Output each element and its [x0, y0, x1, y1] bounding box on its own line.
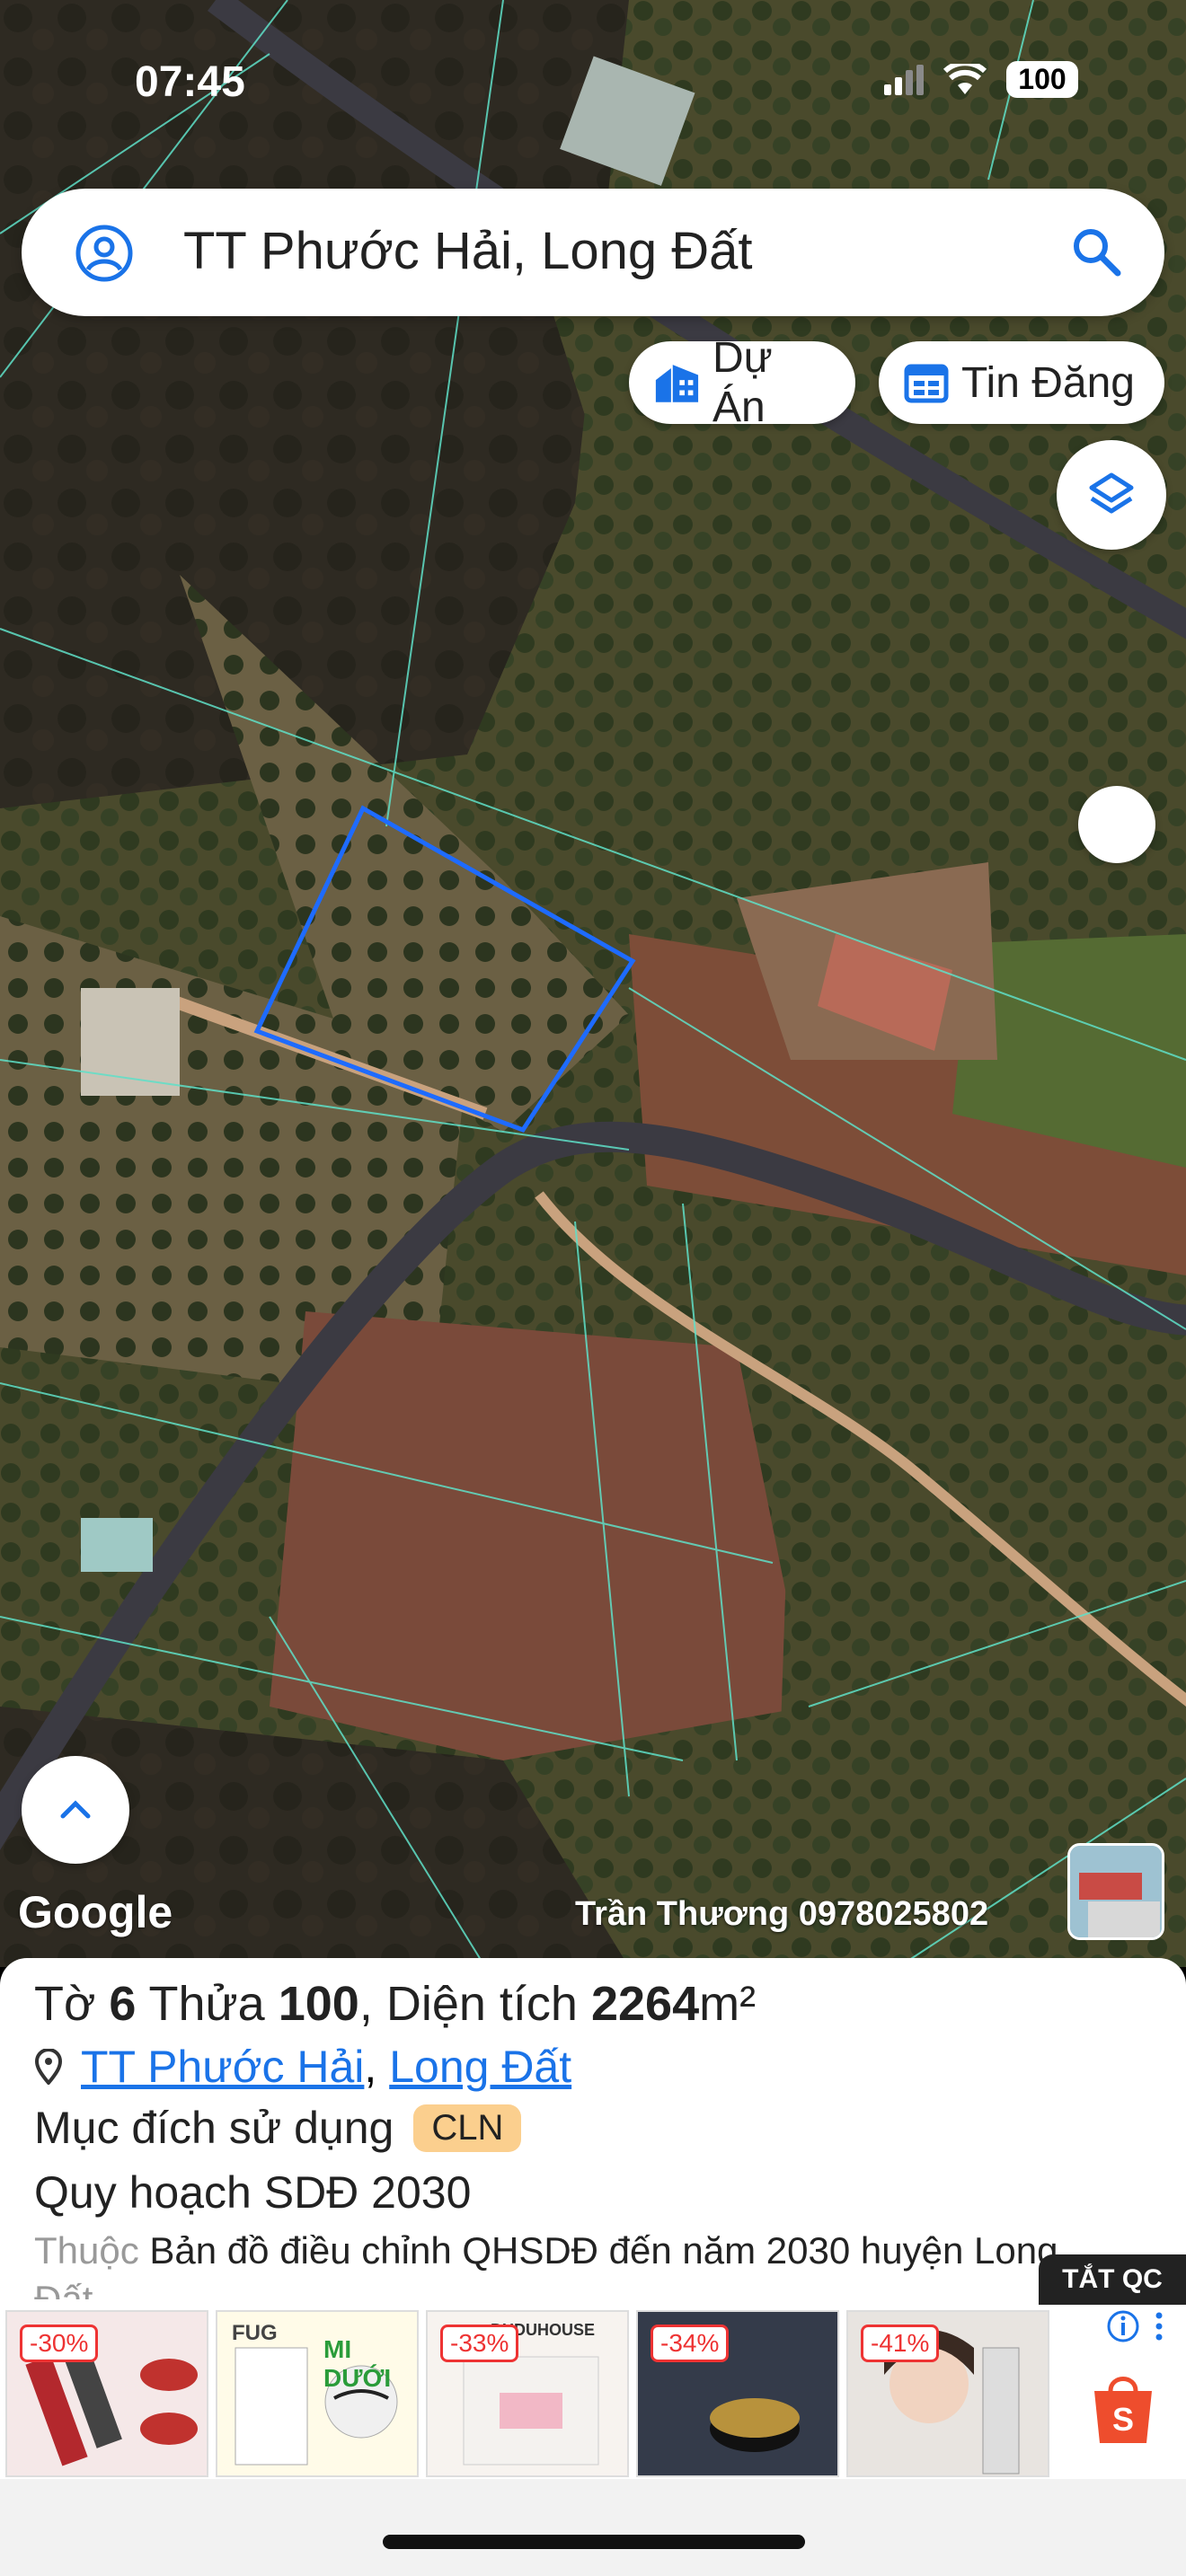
home-indicator[interactable] — [383, 2535, 805, 2549]
chevron-up-icon — [60, 1800, 91, 1819]
close-ads-button[interactable]: TẮT QC — [1039, 2254, 1186, 2305]
ad-item-cream[interactable]: -34% — [636, 2310, 839, 2477]
area-unit: m² — [699, 1977, 757, 2031]
search-bar[interactable]: TT Phước Hải, Long Đất — [22, 189, 1164, 316]
plan-source: Thuộc Bản đồ điều chỉnh QHSDĐ đến năm 20… — [34, 2229, 1058, 2272]
parcel-summary: Tờ 6 Thửa 100, Diện tích 2264m² — [34, 1977, 757, 2031]
signal-icon — [884, 64, 924, 95]
parcel-info-sheet[interactable]: Tờ 6 Thửa 100, Diện tích 2264m² TT Phước… — [0, 1958, 1186, 2308]
account-icon[interactable] — [75, 225, 133, 282]
ad-item-spray[interactable]: -41% — [846, 2310, 1049, 2477]
street-view-thumbnail[interactable] — [1067, 1843, 1164, 1940]
expand-up-button[interactable] — [22, 1756, 129, 1864]
ad-item-lipstick[interactable]: -30% — [5, 2310, 208, 2477]
google-logo: Google — [18, 1887, 173, 1937]
ad-title: MI DƯỚI — [323, 2335, 392, 2392]
projects-button[interactable]: Dự Án — [629, 334, 855, 431]
ad-discount: -33% — [440, 2325, 519, 2362]
building-icon — [655, 365, 699, 402]
projects-label: Dự Án — [712, 334, 773, 431]
contact-credit: Trần Thương 0978025802 — [575, 1895, 989, 1933]
thumbnail-image — [1070, 1846, 1162, 1937]
ad-discount: -41% — [861, 2325, 940, 2362]
district-link[interactable]: Long Đất — [389, 2042, 571, 2092]
status-icons: 100 — [884, 61, 1078, 98]
ad-item-lashes[interactable]: FUG MI DƯỚI — [216, 2310, 419, 2477]
sheet-number: 6 — [109, 1977, 137, 2031]
search-icon[interactable] — [1071, 226, 1121, 277]
purpose-code-badge: CLN — [413, 2104, 522, 2152]
ad-brand: FUG — [232, 2321, 278, 2345]
land-use-purpose: Mục đích sử dụng CLN — [34, 2102, 522, 2154]
listings-label: Tin Đăng — [961, 358, 1135, 407]
ad-info-icon[interactable] — [1105, 2308, 1168, 2344]
location-pin-icon — [34, 2049, 63, 2085]
shopping-bag-icon[interactable]: S — [1089, 2371, 1157, 2447]
plan-label: Quy hoạch SDĐ 2030 — [34, 2167, 472, 2218]
ward-link[interactable]: TT Phước Hải — [81, 2042, 364, 2092]
purpose-label: Mục đích sử dụng — [34, 2103, 394, 2153]
calendar-icon — [904, 364, 949, 403]
area-value: 2264 — [590, 1977, 700, 2031]
ad-discount: -34% — [651, 2325, 730, 2362]
wifi-icon — [943, 63, 987, 94]
svg-text:S: S — [1112, 2401, 1134, 2438]
ad-item-cotton[interactable]: DUDUHOUSE -33% — [426, 2310, 629, 2477]
status-time: 07:45 — [135, 58, 245, 106]
lot-number: 100 — [278, 1977, 359, 2031]
location-line: TT Phước Hải, Long Đất — [34, 2041, 571, 2093]
floating-handle-button[interactable] — [1078, 786, 1155, 863]
listings-button[interactable]: Tin Đăng — [879, 341, 1164, 424]
battery-indicator: 100 — [1006, 61, 1078, 98]
ad-discount: -30% — [20, 2325, 99, 2362]
search-input[interactable]: TT Phước Hải, Long Đất — [183, 221, 753, 281]
home-bar-area — [0, 2479, 1186, 2576]
layers-icon — [1089, 472, 1134, 514]
layers-button[interactable] — [1057, 440, 1166, 550]
